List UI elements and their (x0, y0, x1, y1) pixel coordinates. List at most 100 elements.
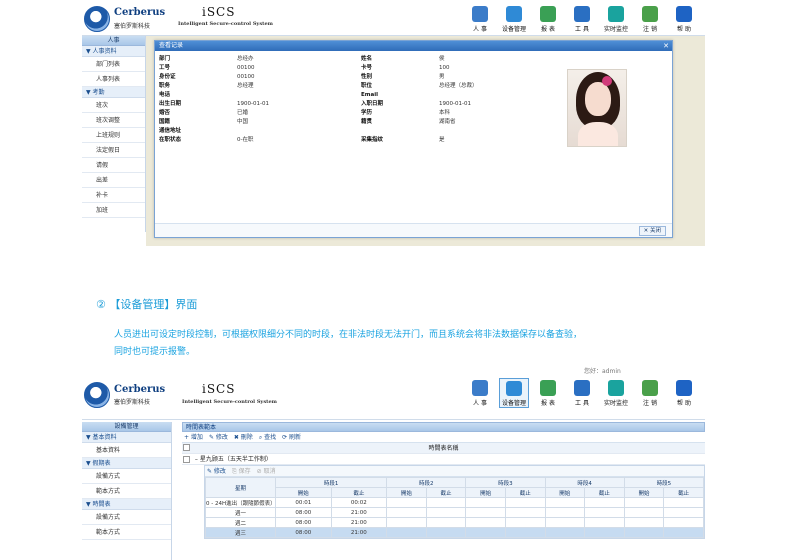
sidebar-item[interactable]: 法定假日 (82, 143, 145, 158)
panel-action-button[interactable]: + 增加 (184, 432, 203, 442)
empty-cell[interactable] (504, 507, 546, 518)
sidebar-group[interactable]: ▼ 時間表 (82, 499, 171, 510)
toolbar-button-4[interactable]: 工 具 (567, 378, 597, 408)
toolbar-button-7[interactable]: 帮 助 (669, 4, 699, 34)
empty-cell[interactable] (465, 517, 506, 528)
sidebar-item[interactable]: 部门列表 (82, 57, 145, 72)
empty-cell[interactable] (386, 517, 427, 528)
end-cell[interactable]: 21:00 (330, 527, 388, 538)
toolbar-button-1[interactable]: 人 事 (465, 378, 495, 408)
empty-cell[interactable] (544, 497, 586, 508)
empty-cell[interactable] (425, 507, 467, 518)
collapse-icon[interactable]: – (195, 456, 198, 463)
empty-cell[interactable] (504, 517, 546, 528)
sidebar-item[interactable]: 人事列表 (82, 72, 145, 87)
toolbar-button-6[interactable]: 注 销 (635, 4, 665, 34)
sidebar-item[interactable]: 班次 (82, 98, 145, 113)
empty-cell[interactable] (584, 507, 625, 518)
sidebar-item[interactable]: 範本方式 (82, 525, 171, 540)
toolbar-button-3[interactable]: 报 表 (533, 378, 563, 408)
row-checkbox[interactable] (183, 456, 190, 463)
panel-action-button[interactable]: ⟳ 刷新 (282, 432, 301, 442)
toolbar-button-4[interactable]: 工 具 (567, 4, 597, 34)
empty-cell[interactable] (663, 527, 704, 538)
empty-cell[interactable] (465, 527, 506, 538)
empty-cell[interactable] (465, 507, 506, 518)
toolbar-button-7[interactable]: 帮 助 (669, 378, 699, 408)
start-cell[interactable]: 08:00 (275, 507, 332, 518)
empty-cell[interactable] (623, 507, 665, 518)
empty-cell[interactable] (584, 527, 625, 538)
close-button[interactable]: ✕ 关闭 (638, 226, 666, 236)
field-label: 婚否 (159, 110, 171, 116)
sidebar-item[interactable]: 設備方式 (82, 510, 171, 525)
sidebar-group[interactable]: ▼ 基本資料 (82, 432, 171, 443)
table-row[interactable]: – 星九顾五（五天半工作制） (182, 454, 705, 465)
empty-cell[interactable] (623, 497, 665, 508)
sidebar-item[interactable]: 設備方式 (82, 469, 171, 484)
editor-action-button[interactable]: ⎘ 保存 (232, 466, 251, 476)
empty-cell[interactable] (504, 497, 546, 508)
period-row[interactable]: 0 - 24H進出（跟隨節假表） 00:01 00:02 (205, 497, 704, 508)
empty-cell[interactable] (623, 517, 665, 528)
start-cell[interactable]: 00:01 (275, 497, 332, 508)
toolbar-button-5[interactable]: 实时监控 (601, 378, 631, 408)
empty-cell[interactable] (425, 527, 467, 538)
empty-cell[interactable] (425, 497, 467, 508)
empty-cell[interactable] (425, 517, 467, 528)
panel-action-button[interactable]: ⌕ 查找 (259, 432, 276, 442)
logout-icon (642, 6, 658, 22)
empty-cell[interactable] (663, 497, 704, 508)
empty-cell[interactable] (544, 517, 586, 528)
sidebar-item[interactable]: 上班规则 (82, 128, 145, 143)
start-cell[interactable]: 08:00 (275, 517, 332, 528)
toolbar-button-2[interactable]: 设备管理 (499, 378, 529, 408)
field-value (439, 127, 563, 136)
period-row[interactable]: 週一 08:00 21:00 (205, 507, 704, 518)
empty-cell[interactable] (663, 507, 704, 518)
empty-cell[interactable] (465, 497, 506, 508)
sidebar-item[interactable]: 补卡 (82, 188, 145, 203)
empty-cell[interactable] (663, 517, 704, 528)
empty-cell[interactable] (623, 527, 665, 538)
empty-cell[interactable] (386, 507, 427, 518)
end-cell[interactable]: 00:02 (330, 497, 388, 508)
help-icon (676, 6, 692, 22)
toolbar-button-6[interactable]: 注 销 (635, 378, 665, 408)
field-label: 通信地址 (159, 128, 182, 134)
empty-cell[interactable] (584, 517, 625, 528)
end-cell[interactable]: 21:00 (330, 507, 388, 518)
editor-action-button[interactable]: ⊘ 取消 (257, 466, 276, 476)
toolbar-button-label: 报 表 (541, 400, 555, 407)
empty-cell[interactable] (584, 497, 625, 508)
panel-action-button[interactable]: ✖ 刪除 (234, 432, 253, 442)
empty-cell[interactable] (386, 497, 427, 508)
period-row[interactable]: 週二 08:00 21:00 (205, 517, 704, 528)
sidebar-item[interactable]: 班次调整 (82, 113, 145, 128)
period-row[interactable]: 週三 08:00 21:00 (205, 527, 704, 538)
field-label (361, 127, 439, 136)
panel-action-button[interactable]: ✎ 修改 (209, 432, 228, 442)
toolbar-button-1[interactable]: 人 事 (465, 4, 495, 34)
sidebar-item[interactable]: 加班 (82, 203, 145, 218)
toolbar-button-3[interactable]: 报 表 (533, 4, 563, 34)
sidebar-group[interactable]: ▼ 假期表 (82, 458, 171, 469)
sidebar-group[interactable]: ▼ 人事资料 (82, 46, 145, 57)
start-cell[interactable]: 08:00 (275, 527, 332, 538)
sidebar-item[interactable]: 基本資料 (82, 443, 171, 458)
editor-action-button[interactable]: ✎ 修改 (207, 466, 226, 476)
toolbar-button-2[interactable]: 设备管理 (499, 4, 529, 34)
sidebar-item[interactable]: 请假 (82, 158, 145, 173)
close-icon[interactable]: ✕ (663, 41, 669, 51)
empty-cell[interactable] (386, 527, 427, 538)
sidebar-item[interactable]: 範本方式 (82, 484, 171, 499)
select-all-checkbox[interactable] (183, 444, 190, 451)
empty-cell[interactable] (544, 527, 586, 538)
sidebar-item[interactable]: 出差 (82, 173, 145, 188)
empty-cell[interactable] (544, 507, 586, 518)
toolbar-button-5[interactable]: 实时监控 (601, 4, 631, 34)
sidebar-group[interactable]: ▼ 考勤 (82, 87, 145, 98)
end-cell[interactable]: 21:00 (330, 517, 388, 528)
empty-cell[interactable] (504, 527, 546, 538)
field-value: 1900-01-01 (237, 101, 269, 107)
